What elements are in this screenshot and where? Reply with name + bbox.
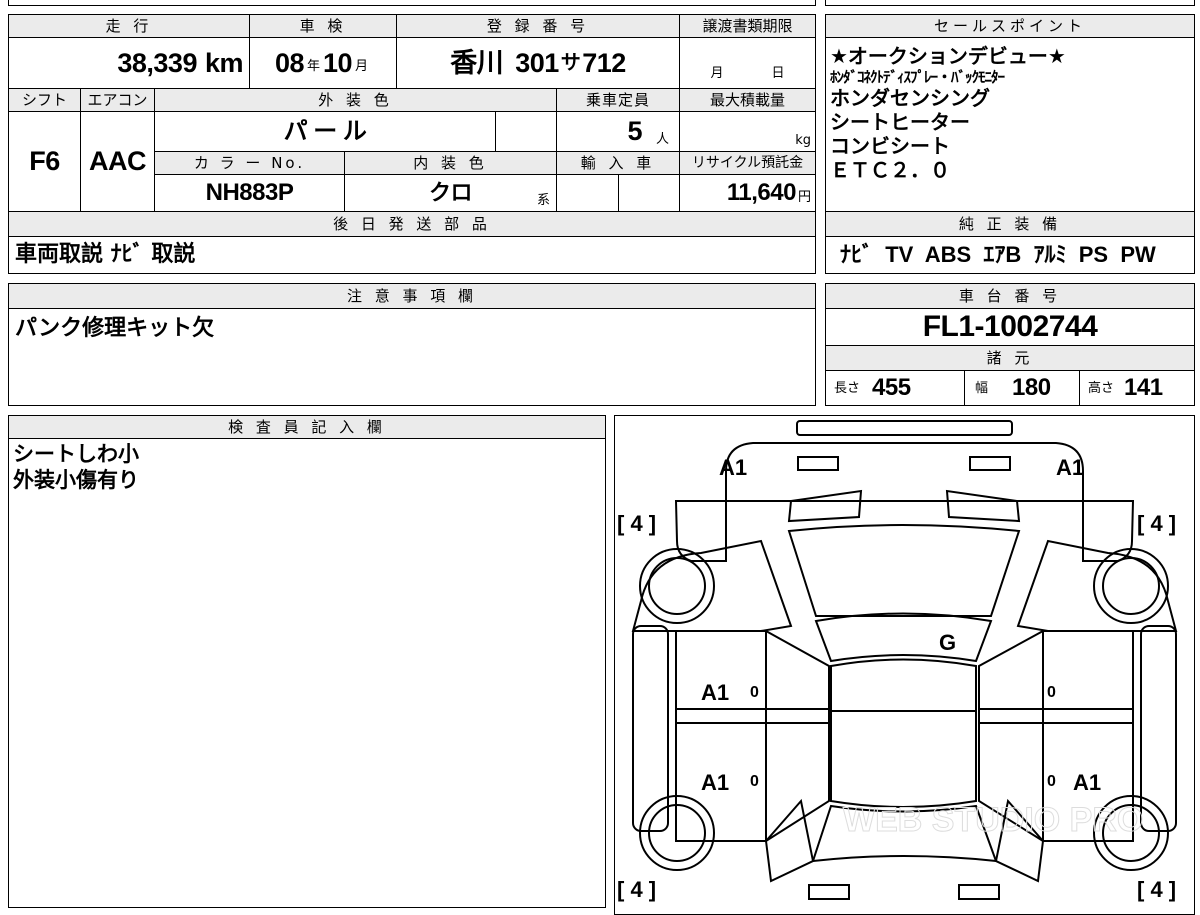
mileage-header: 走 行 xyxy=(8,14,250,38)
mark-front-right: A1 xyxy=(1056,455,1084,480)
sales-point-6: ＥＴＣ２．０ xyxy=(830,158,950,182)
registration-number: 301 xyxy=(515,47,559,78)
spec-width-label: 幅 xyxy=(975,380,989,396)
recycle-value: 11,640 円 xyxy=(679,174,816,212)
spec-height-value: 141 xyxy=(1124,374,1163,401)
tire-front-left: [ 4 ] xyxy=(617,511,656,536)
aircon-header: エアコン xyxy=(80,88,155,112)
sales-point-1: ★オークションデビュー★ xyxy=(830,44,1066,68)
top-cutoff-strip xyxy=(8,0,816,6)
mark-left-rear-door-zero: 0 xyxy=(750,773,759,790)
interior-color-suffix: 系 xyxy=(536,193,550,208)
max-load-header: 最大積載量 xyxy=(679,88,816,112)
later-parts-box: 車両取説 ﾅﾋﾞ 取説 xyxy=(8,236,816,274)
registration-region: 香川 xyxy=(450,47,504,78)
mark-front-left: A1 xyxy=(719,455,747,480)
spec-width: 幅 180 xyxy=(964,370,1080,406)
later-parts-header: 後 日 発 送 部 品 xyxy=(8,211,816,237)
capacity-value: 5 人 xyxy=(556,111,680,152)
interior-color-header: 内 装 色 xyxy=(344,151,557,175)
spec-height-label: 高さ xyxy=(1088,380,1115,396)
capacity-number: 5 xyxy=(627,116,642,146)
sales-point-3: ホンダセンシング xyxy=(830,86,990,110)
inspector-line-2: 外装小傷有り xyxy=(13,468,139,492)
aircon-value: AAC xyxy=(80,111,155,212)
mark-right-rear-door-zero: 0 xyxy=(1047,773,1056,790)
notes-header: 注 意 事 項 欄 xyxy=(8,283,816,309)
sales-point-2: ﾎﾝﾀﾞｺﾈｸﾄﾃﾞｨｽﾌﾟﾚｰ・ﾊﾞｯｸﾓﾆﾀｰ xyxy=(830,68,1005,86)
capacity-unit: 人 xyxy=(655,132,669,147)
import-value-2 xyxy=(618,174,680,212)
max-load-value: kg xyxy=(679,111,816,152)
inspector-line-1: シートしわ小 xyxy=(13,442,139,466)
later-parts-value: 車両取説 ﾅﾋﾞ 取説 xyxy=(15,242,196,267)
spec-length-label: 長さ xyxy=(834,380,861,396)
exterior-color-value: パ ー ル xyxy=(154,111,496,152)
spec-height: 高さ 141 xyxy=(1079,370,1195,406)
tire-rear-right: [ 4 ] xyxy=(1137,877,1176,902)
standard-equipment-value: ﾅﾋﾞ TV ABS ｴｱB ｱﾙﾐ PS PW xyxy=(840,242,1156,267)
shift-value: F6 xyxy=(8,111,81,212)
registration-serial: 712 xyxy=(582,47,626,78)
inspection-year: 08 xyxy=(274,47,305,78)
spec-width-value: 180 xyxy=(1012,374,1051,401)
mileage-value: 38,339 km xyxy=(8,37,250,89)
inspector-header: 検 査 員 記 入 欄 xyxy=(8,415,606,439)
sales-point-5: コンビシート xyxy=(830,134,950,158)
inspection-header: 車 検 xyxy=(249,14,397,38)
max-load-unit: kg xyxy=(795,133,811,148)
sales-points-box: ★オークションデビュー★ ﾎﾝﾀﾞｺﾈｸﾄﾃﾞｨｽﾌﾟﾚｰ・ﾊﾞｯｸﾓﾆﾀｰ ホ… xyxy=(825,37,1195,212)
mark-left-front-door-zero: 0 xyxy=(750,684,759,701)
capacity-header: 乗車定員 xyxy=(556,88,680,112)
sales-points-header: セールスポイント xyxy=(825,14,1195,38)
specs-header: 諸 元 xyxy=(825,345,1195,371)
transfer-day-unit: 日 xyxy=(771,66,785,81)
notes-value: パンク修理キット欠 xyxy=(15,316,215,341)
registration-kana: サ xyxy=(560,52,581,74)
tire-front-right: [ 4 ] xyxy=(1137,511,1176,536)
inspection-month: 10 xyxy=(323,47,353,78)
standard-equipment-header: 純 正 装 備 xyxy=(825,211,1195,237)
recycle-number: 11,640 xyxy=(726,179,797,206)
inspection-value: 08 年 10 月 xyxy=(249,37,397,89)
sales-point-4: シートヒーター xyxy=(830,110,970,134)
tire-rear-left: [ 4 ] xyxy=(617,877,656,902)
inspector-box: シートしわ小 外装小傷有り xyxy=(8,438,606,908)
exterior-color-header: 外 装 色 xyxy=(154,88,557,112)
inspection-year-unit: 年 xyxy=(306,58,320,74)
mileage-number: 38,339 xyxy=(117,47,197,78)
top-cutoff-strip-right xyxy=(825,0,1195,6)
interior-color-name: クロ xyxy=(428,180,473,205)
notes-box: パンク修理キット欠 xyxy=(8,308,816,406)
watermark: WEB STUDIO PRO xyxy=(843,801,1143,839)
import-value-1 xyxy=(556,174,619,212)
color-no-header: カ ラ ー No. xyxy=(154,151,345,175)
import-header: 輸 入 車 xyxy=(556,151,680,175)
recycle-unit: 円 xyxy=(797,189,811,205)
standard-equipment-box: ﾅﾋﾞ TV ABS ｴｱB ｱﾙﾐ PS PW xyxy=(825,236,1195,274)
mark-right-rear-door: A1 xyxy=(1073,770,1101,795)
mark-left-front-door: A1 xyxy=(701,680,729,705)
transfer-month-unit: 月 xyxy=(710,66,724,81)
recycle-header: リサイクル預託金 xyxy=(679,151,816,175)
color-no-value: NH883P xyxy=(154,174,345,212)
mark-left-rear-door: A1 xyxy=(701,770,729,795)
shift-header: シフト xyxy=(8,88,81,112)
mark-right-front-door-zero: 0 xyxy=(1047,684,1056,701)
chassis-value: FL1-1002744 xyxy=(825,308,1195,346)
transfer-deadline-header: 譲渡書類期限 xyxy=(679,14,816,38)
exterior-color-blank xyxy=(495,111,557,152)
interior-color-value: クロ 系 xyxy=(344,174,557,212)
car-damage-diagram: A1 A1 G A1 0 0 A1 0 0 A1 [ 4 ] [ 4 ] [ 4… xyxy=(617,420,1178,902)
chassis-header: 車 台 番 号 xyxy=(825,283,1195,309)
registration-value: 香川 301 サ 712 xyxy=(396,37,680,89)
transfer-deadline-value: 月 日 xyxy=(679,37,816,89)
mileage-unit: km xyxy=(204,47,244,78)
car-diagram-frame: A1 A1 G A1 0 0 A1 0 0 A1 [ 4 ] [ 4 ] [ 4… xyxy=(614,415,1195,915)
registration-header: 登 録 番 号 xyxy=(396,14,680,38)
spec-length-value: 455 xyxy=(872,374,911,401)
spec-length: 長さ 455 xyxy=(825,370,965,406)
inspection-month-unit: 月 xyxy=(355,58,369,74)
mark-hood: G xyxy=(939,630,956,655)
